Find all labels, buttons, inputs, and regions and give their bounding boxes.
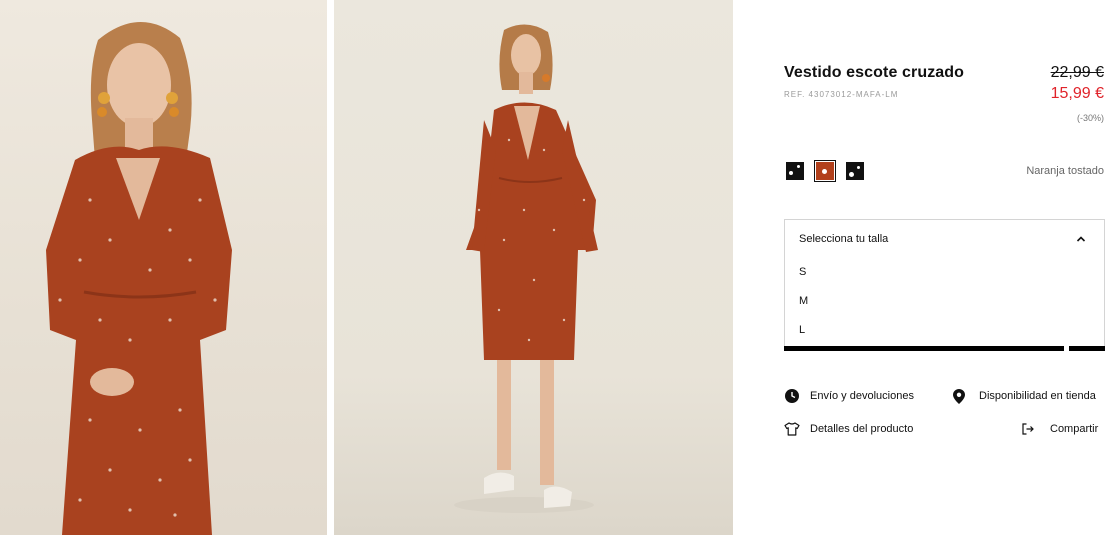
add-to-bag-bar[interactable] [784,346,1064,351]
product-image-front[interactable] [0,0,327,535]
tshirt-icon [784,421,800,437]
store-availability-label: Disponibilidad en tienda [979,390,1096,402]
color-swatch-black-dots-2[interactable] [844,160,866,182]
store-availability-link[interactable]: Disponibilidad en tienda [951,388,1096,404]
selected-color-name: Naranja tostado [1026,165,1104,177]
size-option-s[interactable]: S [799,266,806,278]
shipping-returns-label: Envío y devoluciones [810,390,914,402]
size-selector-label[interactable]: Selecciona tu talla [799,233,888,245]
swatch-chip [816,162,834,180]
product-details-label: Detalles del producto [810,423,914,435]
discount-badge: (-30%) [1076,113,1104,123]
share-icon [1020,421,1036,437]
color-swatch-naranja-tostado[interactable] [814,160,836,182]
size-option-l[interactable]: L [799,324,805,336]
model-photo-closeup [46,21,232,535]
location-pin-icon [951,388,967,404]
size-option-m[interactable]: M [799,295,808,307]
favorite-bar[interactable] [1069,346,1105,351]
product-details-link[interactable]: Detalles del producto [784,421,913,437]
model-photo-full-body [454,24,598,513]
sale-price: 15,99 € [1050,85,1104,102]
clock-icon [784,388,800,404]
color-swatch-black-dots[interactable] [784,160,806,182]
original-price: 22,99 € [1050,64,1104,81]
product-reference: REF. 43073012-MAFA-LM [784,90,899,99]
share-link[interactable]: Compartir [1020,421,1098,437]
chevron-up-icon[interactable] [1076,234,1086,244]
product-image-full[interactable] [334,0,733,535]
size-selector-dropdown[interactable]: Selecciona tu talla S M L [784,219,1105,347]
product-title: Vestido escote cruzado [784,64,965,81]
swatch-chip [846,162,864,180]
shipping-returns-link[interactable]: Envío y devoluciones [784,388,914,404]
color-swatches [784,160,866,182]
share-label: Compartir [1050,423,1099,435]
swatch-chip [786,162,804,180]
product-info-panel: Vestido escote cruzado REF. 43073012-MAF… [733,0,1113,535]
